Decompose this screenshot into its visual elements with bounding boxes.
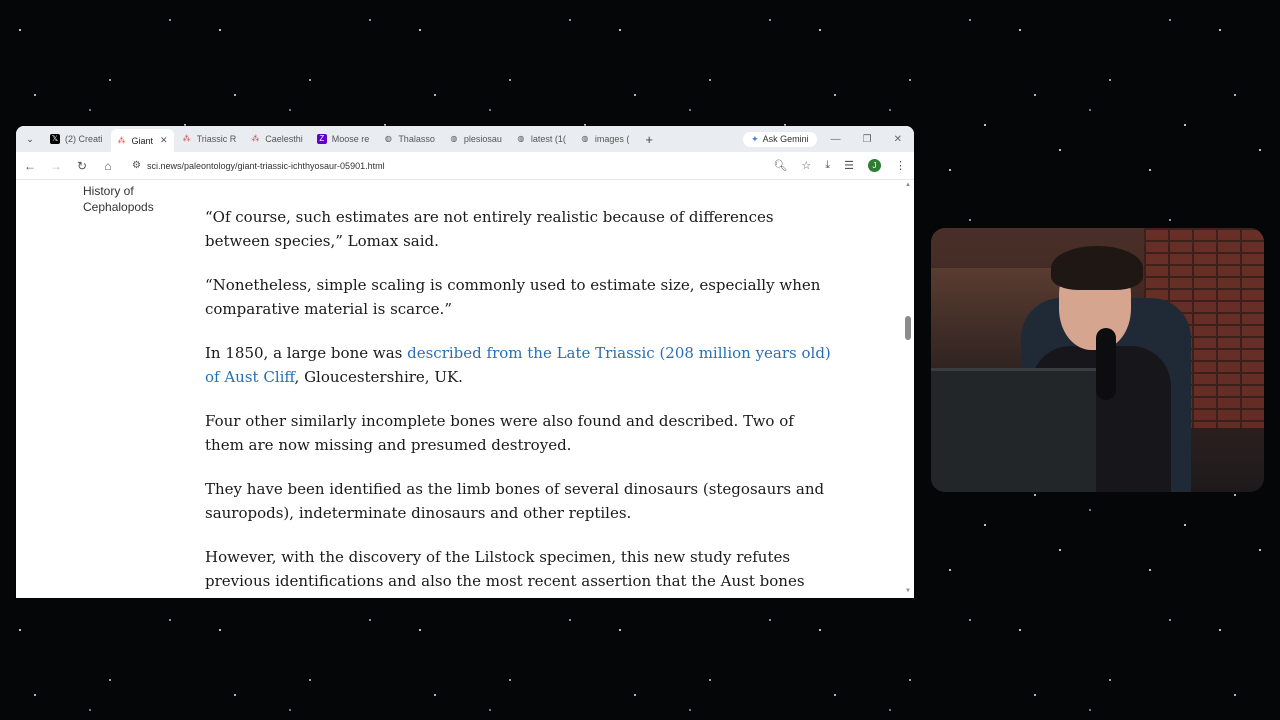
close-tab-icon[interactable]: ✕ xyxy=(160,135,168,146)
tab-search-chevron-icon[interactable]: ⌄ xyxy=(22,131,38,147)
paragraph-text: , Gloucestershire, UK. xyxy=(294,368,463,386)
scroll-up-arrow-icon[interactable]: ▲ xyxy=(904,182,912,190)
maximize-icon[interactable]: ❐ xyxy=(863,134,872,145)
reading-list-icon[interactable]: ☰ xyxy=(844,159,854,172)
scroll-down-arrow-icon[interactable]: ▼ xyxy=(904,588,912,596)
tab-5[interactable]: Z Moose re xyxy=(311,129,376,149)
scrollbar-thumb[interactable] xyxy=(905,316,911,340)
forward-arrow-icon[interactable]: → xyxy=(50,159,62,173)
sci-news-icon: ⁂ xyxy=(182,134,191,143)
article-paragraph: However, with the discovery of the Lilst… xyxy=(205,548,805,590)
tab-2-active[interactable]: ⁂ Giant ✕ xyxy=(110,129,174,152)
new-tab-icon[interactable]: + xyxy=(645,132,653,147)
tab-title: latest (1( xyxy=(530,134,566,144)
article-paragraph: “Of course, such estimates are not entir… xyxy=(205,208,774,250)
tab-title: Triassic R xyxy=(196,134,237,144)
sci-news-icon: ⁂ xyxy=(117,135,126,145)
tab-strip: ⌄ 𝕏 (2) Creati ⁂ Giant ✕ ⁂ Triassic R ⁂ … xyxy=(16,126,914,152)
ask-gemini-label: Ask Gemini xyxy=(762,134,809,144)
more-menu-icon[interactable]: ⋮ xyxy=(895,159,906,172)
sci-news-icon: ⁂ xyxy=(251,134,260,143)
globe-icon: ◍ xyxy=(517,134,525,143)
yahoo-icon: Z xyxy=(316,134,327,144)
globe-icon: ◍ xyxy=(450,134,458,143)
tab-title: plesiosau xyxy=(463,134,502,144)
article-body: “Of course, such estimates are not entir… xyxy=(205,205,835,598)
globe-icon: ◍ xyxy=(581,134,589,143)
window-controls: — ❐ ✕ xyxy=(831,134,902,145)
site-info-icon[interactable]: ⚙ xyxy=(132,160,141,171)
article-paragraph: Four other similarly incomplete bones we… xyxy=(205,412,794,454)
tab-title: Moose re xyxy=(331,134,370,144)
vertical-scrollbar[interactable]: ▲ ▼ xyxy=(904,180,912,598)
url-text[interactable]: sci.news/paleontology/giant-triassic-ich… xyxy=(147,161,385,171)
browser-window: ⌄ 𝕏 (2) Creati ⁂ Giant ✕ ⁂ Triassic R ⁂ … xyxy=(16,126,914,598)
globe-icon: ◍ xyxy=(384,134,392,143)
tab-6[interactable]: ◍ Thalasso xyxy=(377,129,441,149)
tab-title: images ( xyxy=(594,134,630,144)
webcam-overlay xyxy=(931,228,1264,492)
profile-avatar[interactable]: J xyxy=(868,159,881,172)
tab-3[interactable]: ⁂ Triassic R xyxy=(176,129,243,149)
toolbar-actions: 🔍︎ ☆ ⤓ ☰ J ⋮ xyxy=(773,159,906,172)
zoom-icon[interactable]: 🔍︎ xyxy=(773,159,787,172)
article-paragraph: “Nonetheless, simple scaling is commonly… xyxy=(205,276,821,318)
bookmark-star-icon[interactable]: ☆ xyxy=(801,159,811,172)
tab-9[interactable]: ◍ images ( xyxy=(574,129,636,149)
webcam-monitor xyxy=(931,368,1096,492)
gemini-sparkle-icon: ✦ xyxy=(751,133,759,144)
tab-title: Caelesthi xyxy=(265,134,303,144)
reload-icon[interactable]: ↻ xyxy=(76,159,88,173)
download-icon[interactable]: ⤓ xyxy=(825,159,830,172)
tab-8[interactable]: ◍ latest (1( xyxy=(510,129,572,149)
tab-title: Giant xyxy=(131,135,154,146)
tab-title: (2) Creati xyxy=(65,134,103,144)
article-paragraph: In 1850, a large bone was described from… xyxy=(205,341,835,389)
sidebar-link-history-of-cephalopods[interactable]: History of Cephalopods xyxy=(83,183,173,215)
x-logo-icon: 𝕏 xyxy=(50,134,60,144)
tab-1[interactable]: 𝕏 (2) Creati xyxy=(44,129,109,149)
home-icon[interactable]: ⌂ xyxy=(102,159,114,173)
tab-title: Thalasso xyxy=(398,134,435,144)
page-viewport: History of Cephalopods “Of course, such … xyxy=(16,180,914,598)
minimize-icon[interactable]: — xyxy=(831,134,841,145)
close-window-icon[interactable]: ✕ xyxy=(894,134,902,145)
tab-7[interactable]: ◍ plesiosau xyxy=(443,129,508,149)
back-arrow-icon[interactable]: ← xyxy=(24,159,36,173)
webcam-person-hair xyxy=(1051,246,1143,290)
webcam-microphone xyxy=(1096,328,1116,400)
browser-toolbar: ← → ↻ ⌂ ⚙ sci.news/paleontology/giant-tr… xyxy=(16,152,914,180)
article-paragraph: They have been identified as the limb bo… xyxy=(205,480,825,522)
tab-4[interactable]: ⁂ Caelesthi xyxy=(244,129,309,149)
ask-gemini-button[interactable]: ✦ Ask Gemini xyxy=(743,131,817,147)
address-bar[interactable]: ⚙ sci.news/paleontology/giant-triassic-i… xyxy=(128,156,759,176)
paragraph-text: In 1850, a large bone was xyxy=(205,344,408,362)
